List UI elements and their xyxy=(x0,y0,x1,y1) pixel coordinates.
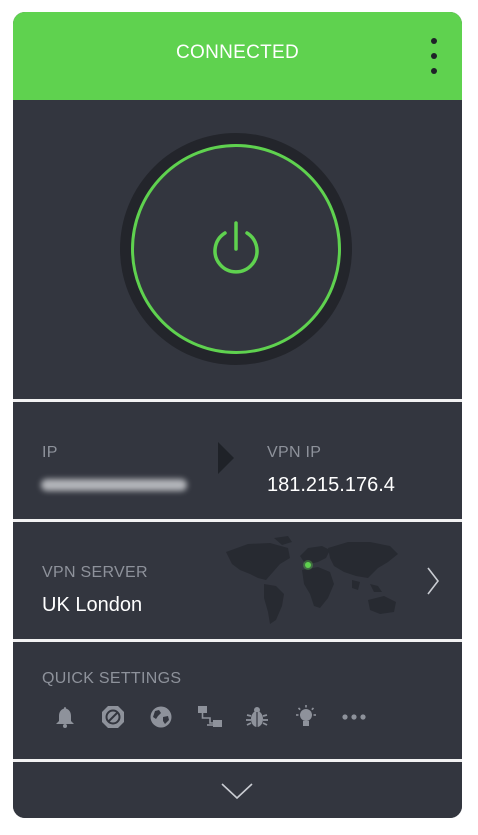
quick-settings-panel: QUICK SETTINGS xyxy=(13,642,462,759)
chevron-right-icon xyxy=(427,567,440,595)
power-icon xyxy=(213,221,259,274)
vpn-ip-value: 181.215.176.4 xyxy=(267,474,395,496)
vpn-server-value: UK London xyxy=(42,594,143,616)
bulb-icon[interactable] xyxy=(293,704,341,730)
block-icon[interactable] xyxy=(101,704,149,730)
more-icon[interactable] xyxy=(341,704,389,730)
status-header: CONNECTED xyxy=(13,12,462,100)
quick-settings-label: QUICK SETTINGS xyxy=(42,670,182,687)
kebab-menu-icon[interactable] xyxy=(428,38,440,74)
hidden-ip-value xyxy=(41,479,187,491)
vpn-app-window: CONNECTED IP VPN IP 181.215.176.4 VPN SE… xyxy=(13,12,462,818)
vpn-server-label: VPN SERVER xyxy=(42,564,148,581)
arrow-right-icon xyxy=(218,442,234,474)
power-ring xyxy=(120,133,352,365)
world-map-icon xyxy=(226,536,398,624)
bell-icon[interactable] xyxy=(53,704,101,730)
ip-label: IP xyxy=(42,444,58,461)
ip-panel: IP VPN IP 181.215.176.4 xyxy=(13,402,462,519)
expand-panel-button[interactable] xyxy=(13,762,462,818)
globe-icon[interactable] xyxy=(149,704,197,730)
bug-icon[interactable] xyxy=(245,704,293,730)
power-panel xyxy=(13,100,462,399)
vpn-server-selector[interactable]: VPN SERVER UK London xyxy=(13,522,462,639)
power-button[interactable] xyxy=(131,144,341,354)
connection-status: CONNECTED xyxy=(175,42,300,63)
vpn-ip-label: VPN IP xyxy=(267,444,322,461)
quick-settings-icons xyxy=(53,704,389,730)
chevron-down-icon xyxy=(221,783,253,800)
network-icon[interactable] xyxy=(197,704,245,730)
